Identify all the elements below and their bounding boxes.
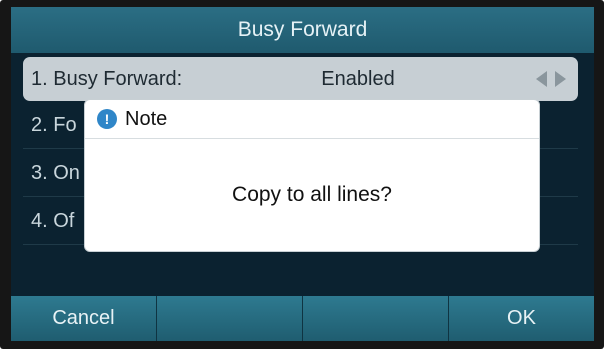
dialog-message: Copy to all lines? xyxy=(232,182,392,206)
cancel-button[interactable]: Cancel xyxy=(11,296,157,341)
page-title: Busy Forward xyxy=(11,7,594,53)
softkey-bar: Cancel OK xyxy=(11,296,594,341)
phone-screen: Busy Forward 1. Busy Forward: Enabled 2.… xyxy=(11,7,594,341)
info-icon: ! xyxy=(97,109,117,129)
phone-frame: Busy Forward 1. Busy Forward: Enabled 2.… xyxy=(0,0,604,349)
value-switch-arrows[interactable] xyxy=(536,57,566,101)
softkey-3-button[interactable] xyxy=(303,296,449,341)
list-item-label: 2. Fo xyxy=(31,114,77,136)
list-item-busy-forward[interactable]: 1. Busy Forward: Enabled xyxy=(23,57,578,101)
dialog-title: Note xyxy=(125,108,168,130)
note-dialog: ! Note Copy to all lines? xyxy=(85,100,539,251)
dialog-header: ! Note xyxy=(85,100,539,139)
arrow-right-icon[interactable] xyxy=(555,71,566,87)
list-item-label: 1. Busy Forward: xyxy=(31,68,183,90)
ok-button[interactable]: OK xyxy=(449,296,594,341)
arrow-left-icon[interactable] xyxy=(536,71,547,87)
list-item-label: 4. Of xyxy=(31,210,75,232)
softkey-2-button[interactable] xyxy=(157,296,303,341)
list-item-label: 3. On xyxy=(31,162,80,184)
list-item-value: Enabled xyxy=(321,68,395,90)
